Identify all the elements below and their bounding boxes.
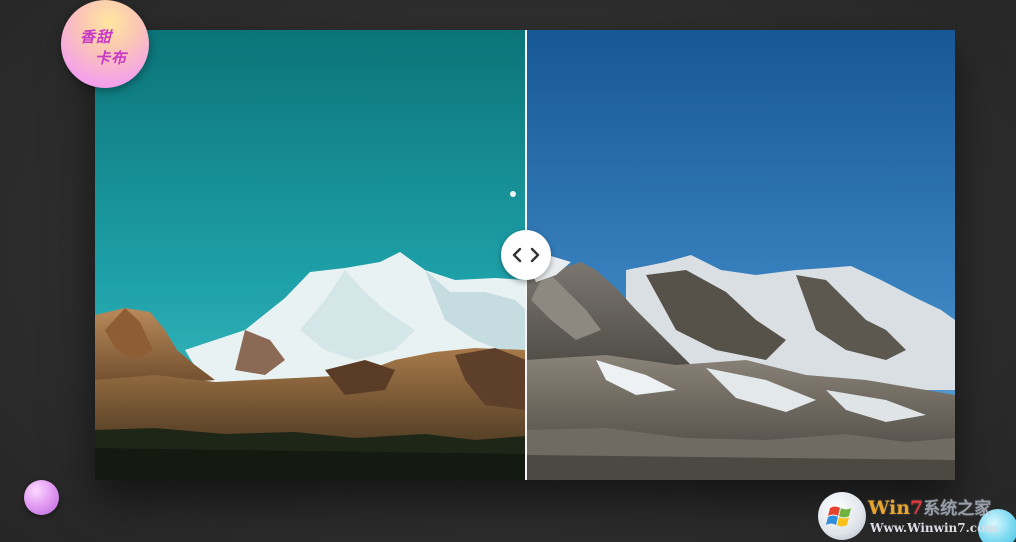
before-image	[95, 30, 526, 480]
comparison-handle[interactable]	[501, 230, 551, 280]
chevron-left-right-icon	[512, 247, 540, 263]
decorative-orb	[24, 480, 59, 515]
watermark-url: Www.Winwin7.com	[870, 521, 998, 535]
watermark-title: Win7系统之家	[868, 497, 992, 519]
site-watermark: Win7系统之家 Www.Winwin7.com	[818, 492, 1016, 542]
logo-text-line1: 香甜	[80, 28, 113, 46]
windows-logo-icon	[818, 492, 866, 540]
brand-logo: 香甜 卡布	[61, 0, 149, 88]
logo-text-line2: 卡布	[95, 49, 128, 67]
after-image	[526, 30, 955, 480]
